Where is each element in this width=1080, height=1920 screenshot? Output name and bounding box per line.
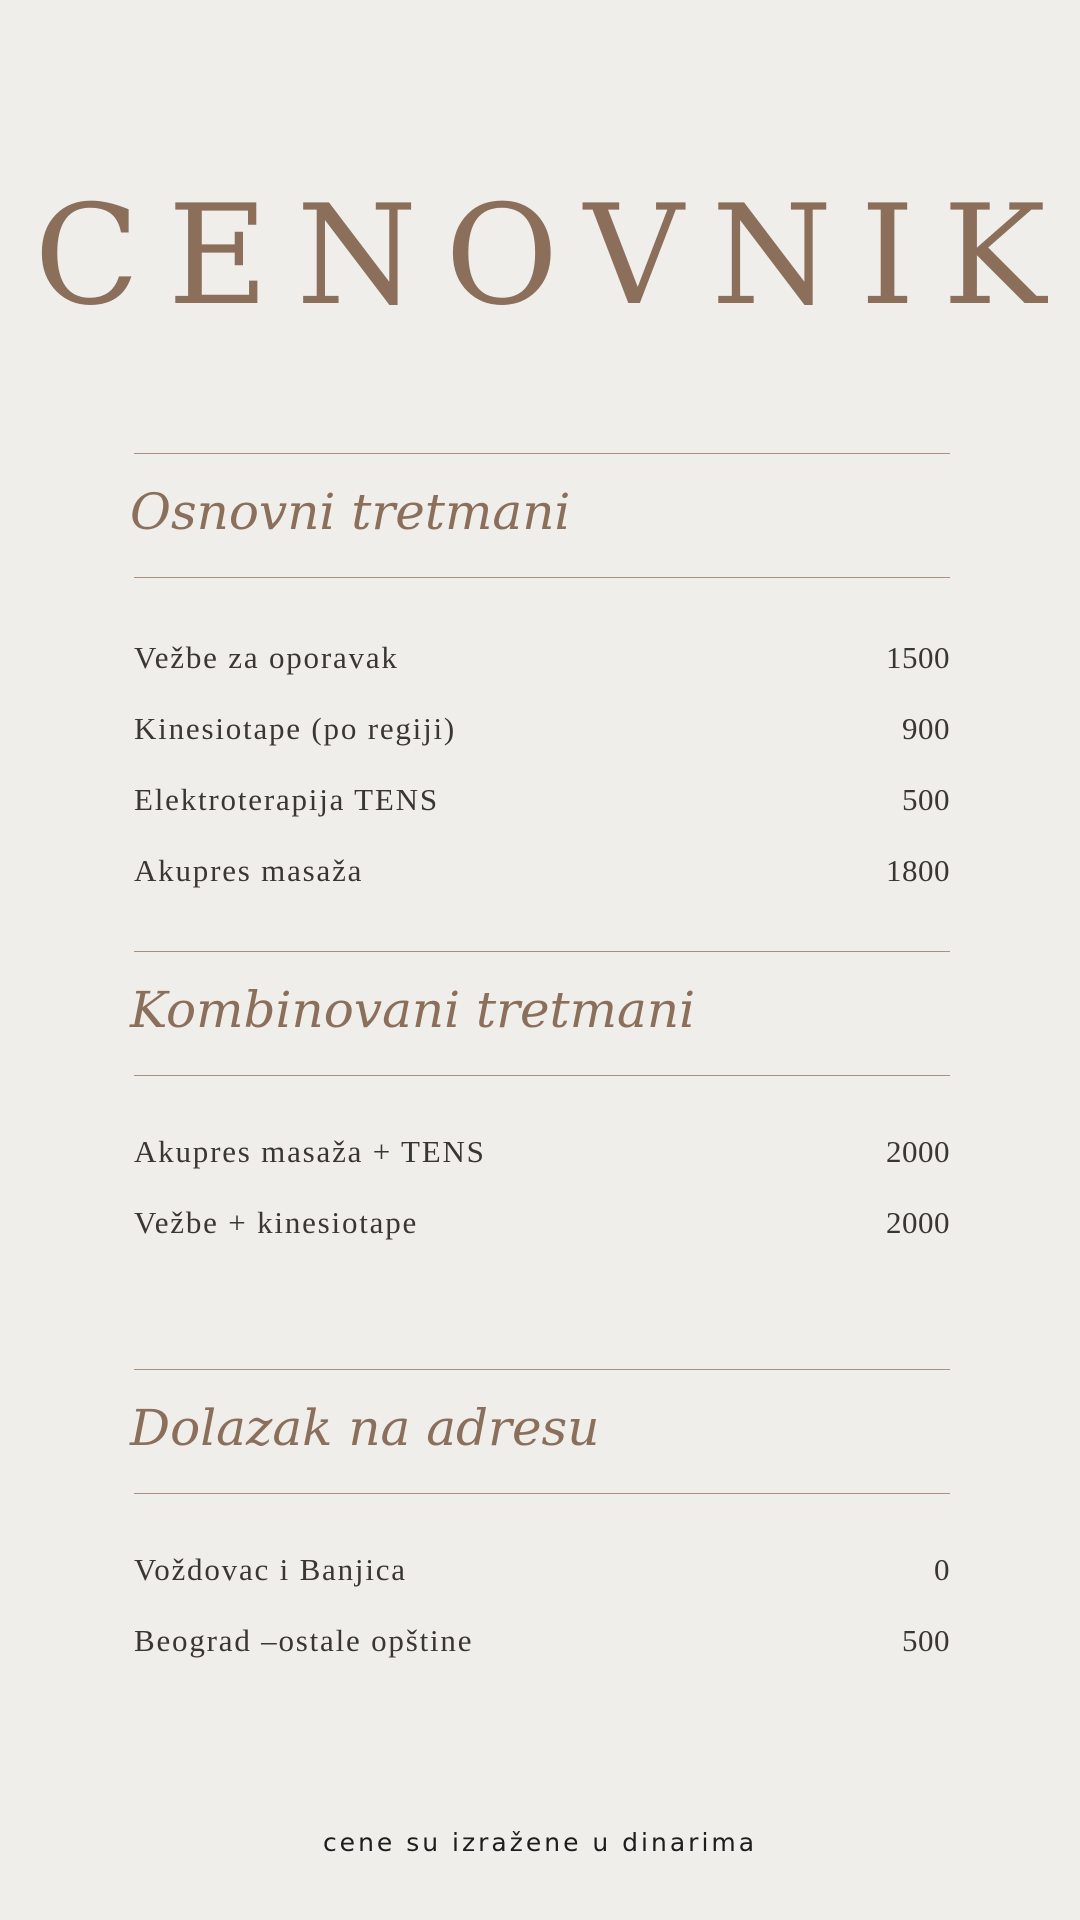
price-row: Elektroterapija TENS 500 [134,778,950,822]
service-price: 2000 [886,1134,950,1169]
service-name: Voždovac i Banjica [134,1552,407,1587]
service-price: 0 [934,1552,950,1587]
service-price: 2000 [886,1205,950,1240]
currency-footnote: cene su izražene u dinarima [322,1828,758,1857]
service-name: Vežbe + kinesiotape [134,1205,419,1240]
section-divider-top [134,1369,950,1370]
price-row: Beograd –ostale opštine 500 [134,1619,950,1663]
section-divider-top [134,951,950,952]
service-price: 1800 [886,853,950,888]
price-row: Voždovac i Banjica 0 [134,1548,950,1592]
service-name: Vežbe za oporavak [134,640,399,675]
section-divider-bottom [134,1493,950,1494]
section-divider-bottom [134,1075,950,1076]
service-price: 500 [902,782,950,817]
section-divider-bottom [134,577,950,578]
section-heading-dolazak: Dolazak na adresu [130,1399,600,1457]
service-name: Akupres masaža [134,853,364,888]
service-price: 500 [902,1623,950,1658]
price-row: Akupres masaža 1800 [134,849,950,893]
service-name: Elektroterapija TENS [134,782,439,817]
service-price: 1500 [886,640,950,675]
service-name: Akupres masaža + TENS [134,1134,486,1169]
service-price: 900 [902,711,950,746]
section-heading-kombinovani: Kombinovani tretmani [130,981,696,1039]
section-divider-top [134,453,950,454]
price-row: Vežbe za oporavak 1500 [134,636,950,680]
price-row: Akupres masaža + TENS 2000 [134,1130,950,1174]
page-title: CENOVNIK [34,175,1074,336]
price-row: Kinesiotape (po regiji) 900 [134,707,950,751]
price-row: Vežbe + kinesiotape 2000 [134,1201,950,1245]
service-name: Beograd –ostale opštine [134,1623,474,1658]
section-heading-osnovni: Osnovni tretmani [130,483,571,541]
service-name: Kinesiotape (po regiji) [134,711,457,746]
